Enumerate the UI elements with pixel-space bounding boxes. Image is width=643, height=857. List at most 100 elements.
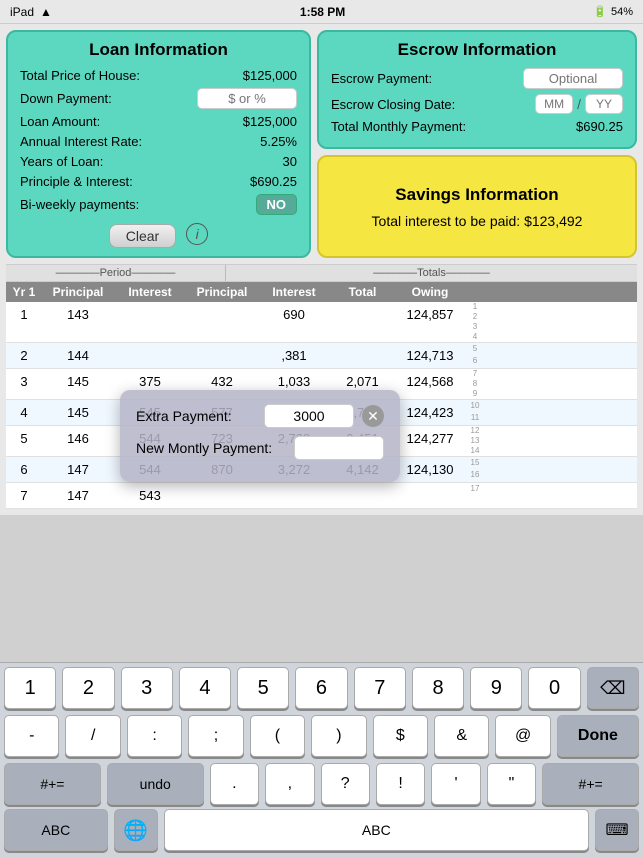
kb-key-keyboard-dismiss[interactable]: ⌨ <box>595 809 639 851</box>
escrow-panel-title: Escrow Information <box>331 40 623 60</box>
kb-key-at[interactable]: @ <box>495 715 550 757</box>
cell-p1: 145 <box>42 400 114 425</box>
loan-row-amount: Loan Amount: $125,000 <box>20 114 297 129</box>
keyboard: 1 2 3 4 5 6 7 8 9 0 ⌫ - / : ; ( ) $ & @ … <box>0 662 643 857</box>
escrow-label-payment: Escrow Payment: <box>331 71 432 86</box>
kb-key-done[interactable]: Done <box>557 715 639 757</box>
kb-key-backspace[interactable]: ⌫ <box>587 667 639 709</box>
cell-i2 <box>258 483 330 508</box>
kb-row-symbols: - / : ; ( ) $ & @ Done <box>0 711 643 759</box>
kb-key-semicolon[interactable]: ; <box>188 715 243 757</box>
popup-extra-row: Extra Payment: ✕ <box>136 404 384 428</box>
kb-key-ampersand[interactable]: & <box>434 715 489 757</box>
kb-key-abc-left[interactable]: ABC <box>4 809 108 851</box>
kb-key-0[interactable]: 0 <box>528 667 580 709</box>
table-row: 7 147 543 17 <box>6 483 637 509</box>
loan-value-amount: $125,000 <box>197 114 297 129</box>
kb-key-colon[interactable]: : <box>127 715 182 757</box>
cell-p1: 147 <box>42 457 114 482</box>
cell-owing: 124,857 <box>395 302 465 342</box>
popup-clear-icon[interactable]: ✕ <box>362 405 384 427</box>
savings-panel: Savings Information Total interest to be… <box>317 155 637 258</box>
col-principal2-header: Principal <box>186 282 258 302</box>
kb-key-9[interactable]: 9 <box>470 667 522 709</box>
cell-owing <box>395 483 465 508</box>
kb-key-period[interactable]: . <box>210 763 259 805</box>
escrow-value-total: $690.25 <box>576 119 623 134</box>
biweekly-toggle[interactable]: NO <box>256 194 298 215</box>
cell-total <box>330 343 395 368</box>
cell-i1: 543 <box>114 483 186 508</box>
cell-total <box>330 302 395 342</box>
cell-yr: 5 <box>6 426 42 456</box>
kb-key-5[interactable]: 5 <box>237 667 289 709</box>
loan-label-rate: Annual Interest Rate: <box>20 134 142 149</box>
kb-row-numbers: 1 2 3 4 5 6 7 8 9 0 ⌫ <box>0 663 643 711</box>
kb-key-exclaim[interactable]: ! <box>376 763 425 805</box>
kb-key-2[interactable]: 2 <box>62 667 114 709</box>
status-ipad: iPad <box>10 5 34 19</box>
kb-key-quote[interactable]: ' <box>431 763 480 805</box>
kb-key-3[interactable]: 3 <box>121 667 173 709</box>
cell-owing: 124,277 <box>395 426 465 456</box>
popup-monthly-input[interactable] <box>294 436 384 460</box>
loan-label-biweekly: Bi-weekly payments: <box>20 197 139 212</box>
cell-owing: 124,568 <box>395 369 465 399</box>
escrow-payment-input[interactable] <box>523 68 623 89</box>
date-inputs: / <box>535 94 623 114</box>
kb-key-4[interactable]: 4 <box>179 667 231 709</box>
kb-key-1[interactable]: 1 <box>4 667 56 709</box>
kb-key-lparen[interactable]: ( <box>250 715 305 757</box>
loan-value-years: 30 <box>197 154 297 169</box>
col-owing-header: Owing <box>395 282 465 302</box>
loan-row-years: Years of Loan: 30 <box>20 154 297 169</box>
cell-owing: 124,130 <box>395 457 465 482</box>
cell-i2: 690 <box>258 302 330 342</box>
kb-key-6[interactable]: 6 <box>295 667 347 709</box>
loan-label-years: Years of Loan: <box>20 154 103 169</box>
loan-label-down: Down Payment: <box>20 91 112 106</box>
popup-extra-input[interactable] <box>264 404 354 428</box>
battery-icon: 🔋 <box>593 5 607 18</box>
cell-p1: 146 <box>42 426 114 456</box>
kb-key-minus[interactable]: - <box>4 715 59 757</box>
date-separator: / <box>577 96 581 112</box>
status-left: iPad ▲ <box>10 5 52 19</box>
cell-yr: 2 <box>6 343 42 368</box>
kb-key-comma[interactable]: , <box>265 763 314 805</box>
kb-key-question[interactable]: ? <box>321 763 370 805</box>
right-column: Escrow Information Escrow Payment: Escro… <box>317 30 637 258</box>
kb-key-7[interactable]: 7 <box>354 667 406 709</box>
cell-yr: 7 <box>6 483 42 508</box>
battery-level: 54% <box>611 6 633 18</box>
kb-key-dollar[interactable]: $ <box>373 715 428 757</box>
loan-row-rate: Annual Interest Rate: 5.25% <box>20 134 297 149</box>
savings-interest-text: Total interest to be paid: $123,492 <box>372 213 583 229</box>
info-icon[interactable]: i <box>186 223 208 245</box>
totals-header: ————Totals———— <box>226 265 637 281</box>
kb-key-hasheq[interactable]: #+= <box>4 763 101 805</box>
cell-i1 <box>114 343 186 368</box>
kb-key-undo[interactable]: undo <box>107 763 204 805</box>
table-row: 1 143 690 124,857 1 2 3 4 <box>6 302 637 343</box>
kb-key-space[interactable]: ABC <box>164 809 589 851</box>
down-payment-input[interactable] <box>197 88 297 109</box>
col-interest2-header: Interest <box>258 282 330 302</box>
clear-button[interactable]: Clear <box>109 224 176 248</box>
escrow-mm-input[interactable] <box>535 94 573 114</box>
escrow-yy-input[interactable] <box>585 94 623 114</box>
cell-total <box>330 483 395 508</box>
kb-key-globe[interactable]: 🌐 <box>114 809 158 851</box>
kb-key-hasheq2[interactable]: #+= <box>542 763 639 805</box>
top-row: Loan Information Total Price of House: $… <box>6 30 637 258</box>
status-time: 1:58 PM <box>300 5 345 19</box>
kb-key-rparen[interactable]: ) <box>311 715 366 757</box>
kb-row-bottom: ABC 🌐 ABC ⌨ <box>0 807 643 857</box>
loan-bottom-row: Clear i <box>20 220 297 248</box>
status-bar: iPad ▲ 1:58 PM 🔋 54% <box>0 0 643 24</box>
kb-key-8[interactable]: 8 <box>412 667 464 709</box>
kb-key-dquote[interactable]: " <box>487 763 536 805</box>
kb-key-slash[interactable]: / <box>65 715 120 757</box>
table-row: 2 144 ,381 124,713 5 6 <box>6 343 637 369</box>
col-interest-header: Interest <box>114 282 186 302</box>
